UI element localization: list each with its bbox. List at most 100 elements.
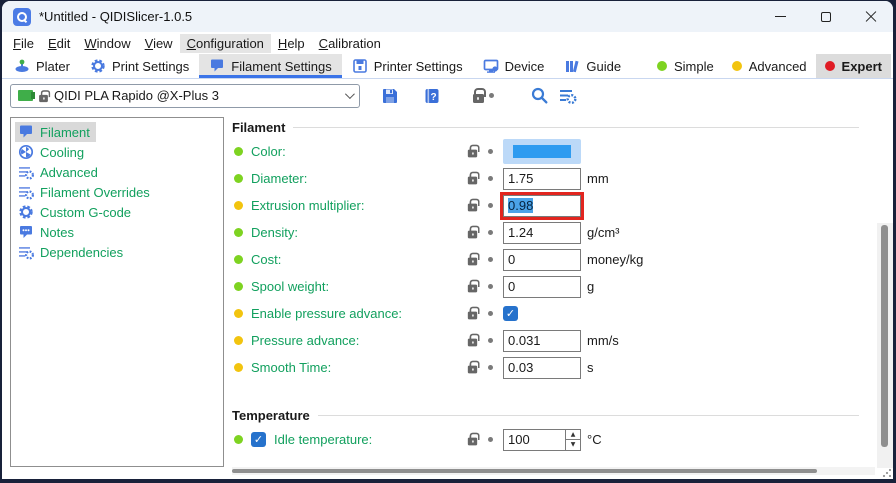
window-title: *Untitled - QIDISlicer-1.0.5 [39, 9, 192, 24]
color-swatch-button[interactable] [503, 139, 581, 164]
sidebar-item-label: Filament [40, 125, 90, 140]
mode-label: Simple [674, 59, 714, 74]
tab-print-settings[interactable]: Print Settings [80, 54, 199, 78]
tab-label: Printer Settings [374, 59, 463, 74]
lock-icon[interactable] [468, 177, 477, 185]
sliders-gear-icon [18, 244, 34, 260]
compare-settings-icon [558, 86, 577, 105]
menu-item-view[interactable]: View [138, 34, 180, 53]
section-filament: Filament Color: Diameter: [232, 120, 859, 381]
unit-label: s [587, 360, 594, 375]
vertical-scrollbar-thumb[interactable] [881, 225, 888, 447]
sidebar-item-filament-overrides[interactable]: Filament Overrides [15, 182, 156, 202]
setting-row-pressure-advance: Pressure advance: 0.031 mm/s [232, 327, 859, 354]
minimize-button[interactable] [758, 1, 803, 32]
menu-item-window[interactable]: Window [77, 34, 137, 53]
tab-plater[interactable]: Plater [4, 54, 80, 78]
lock-icon[interactable] [468, 285, 477, 293]
spinner-up-button[interactable]: ▲ [566, 430, 580, 440]
sidebar-item-label: Dependencies [40, 245, 123, 260]
setting-input[interactable]: 0.98 [503, 195, 581, 217]
lock-icon[interactable] [468, 312, 477, 320]
mode-expert[interactable]: Expert [816, 54, 891, 78]
spinner-value[interactable]: 100 [504, 430, 565, 450]
tab-guide[interactable]: Guide [554, 54, 631, 78]
revert-dot-icon [488, 338, 493, 343]
setting-input[interactable]: 0.031 [503, 330, 581, 352]
sliders-gear-icon [18, 184, 34, 200]
revert-dot-icon [488, 257, 493, 262]
close-button[interactable] [848, 1, 893, 32]
compare-presets-button[interactable] [554, 86, 580, 105]
sidebar-item-notes[interactable]: Notes [15, 222, 80, 242]
resize-grip[interactable] [882, 468, 891, 477]
setting-input[interactable]: 0.03 [503, 357, 581, 379]
maximize-icon [821, 12, 831, 22]
setting-input[interactable]: 1.75 [503, 168, 581, 190]
unit-label: money/kg [587, 252, 643, 267]
setting-label: Color: [251, 144, 286, 159]
tab-device[interactable]: Device [473, 54, 555, 78]
section-temperature: Temperature ✓ Idle temperature: 100 ▲ ▼ … [232, 408, 859, 453]
chevron-down-icon [345, 89, 355, 99]
setting-input[interactable]: 1.24 [503, 222, 581, 244]
mode-dot-icon [732, 61, 742, 71]
option-mode-dot [234, 174, 243, 183]
option-mode-dot [234, 435, 243, 444]
mode-selector: Simple Advanced Expert [648, 54, 893, 78]
save-icon [381, 87, 399, 105]
tab-filament-settings[interactable]: Filament Settings [199, 54, 341, 78]
settings-panel: Filament Color: Diameter: [232, 112, 859, 453]
vertical-scrollbar[interactable] [877, 223, 893, 468]
spinner-down-button[interactable]: ▼ [566, 439, 580, 450]
menu-item-configuration[interactable]: Configuration [180, 34, 271, 53]
setting-checkbox[interactable]: ✓ [503, 306, 518, 321]
preset-name: QIDI PLA Rapido @X-Plus 3 [54, 88, 219, 103]
menu-item-edit[interactable]: Edit [41, 34, 77, 53]
mode-dot-icon [825, 61, 835, 71]
preset-combobox[interactable]: QIDI PLA Rapido @X-Plus 3 [10, 84, 360, 108]
setting-input[interactable]: 0 [503, 276, 581, 298]
unit-label: g/cm³ [587, 225, 620, 240]
option-mode-dot [234, 228, 243, 237]
setting-label: Spool weight: [251, 279, 329, 294]
sidebar-item-dependencies[interactable]: Dependencies [15, 242, 129, 262]
sidebar-item-advanced[interactable]: Advanced [15, 162, 104, 182]
setting-checkbox[interactable]: ✓ [251, 432, 266, 447]
lock-preset-button[interactable] [465, 88, 491, 103]
mode-label: Advanced [749, 59, 807, 74]
sidebar-item-custom-g-code[interactable]: Custom G-code [15, 202, 137, 222]
title-bar[interactable]: *Untitled - QIDISlicer-1.0.5 [2, 1, 893, 32]
minimize-icon [775, 16, 786, 17]
sidebar-item-cooling[interactable]: Cooling [15, 142, 90, 162]
setting-spinner[interactable]: 100 ▲ ▼ [503, 429, 581, 451]
filament-icon [209, 58, 225, 74]
horizontal-scrollbar-thumb[interactable] [232, 469, 817, 473]
sidebar-item-filament[interactable]: Filament [15, 122, 96, 142]
horizontal-scrollbar[interactable] [232, 467, 875, 475]
lock-icon[interactable] [468, 150, 477, 158]
menu-item-file[interactable]: File [6, 34, 41, 53]
setting-input[interactable]: 0 [503, 249, 581, 271]
lock-icon[interactable] [468, 366, 477, 374]
search-button[interactable] [526, 86, 552, 105]
setting-label: Extrusion multiplier: [251, 198, 364, 213]
mode-advanced[interactable]: Advanced [723, 54, 816, 78]
lock-icon[interactable] [468, 339, 477, 347]
tab-label: Plater [36, 59, 70, 74]
lock-icon[interactable] [468, 438, 477, 446]
menu-item-help[interactable]: Help [271, 34, 312, 53]
sidebar-item-label: Filament Overrides [40, 185, 150, 200]
menu-item-calibration[interactable]: Calibration [312, 34, 388, 53]
setting-label: Diameter: [251, 171, 307, 186]
preset-help-button[interactable]: ? [419, 87, 445, 105]
tab-printer-settings[interactable]: Printer Settings [342, 54, 473, 78]
settings-content: Filament Cooling Advanced Filament Overr… [2, 112, 893, 479]
lock-icon[interactable] [468, 258, 477, 266]
lock-icon[interactable] [468, 231, 477, 239]
save-preset-button[interactable] [377, 87, 403, 105]
maximize-button[interactable] [803, 1, 848, 32]
mode-simple[interactable]: Simple [648, 54, 723, 78]
lock-icon[interactable] [468, 204, 477, 212]
setting-row-color: Color: [232, 138, 859, 165]
